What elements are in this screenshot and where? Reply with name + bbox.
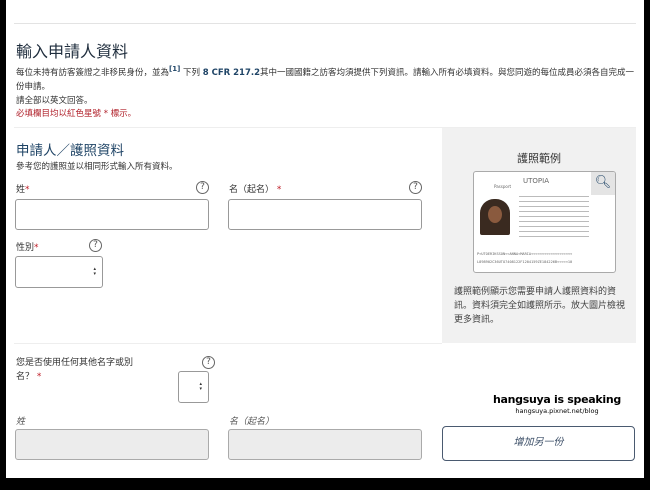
card-type: Passport bbox=[494, 184, 512, 189]
alias-surname-input[interactable] bbox=[15, 429, 209, 460]
page-title: 輸入申請人資料 bbox=[16, 42, 129, 61]
photo bbox=[480, 199, 510, 235]
panel-description: 護照範例顯示您需要申請人護照資料的資訊。資料須完全如護照所示。放大圖片檢視更多資… bbox=[454, 287, 626, 325]
english-note: 請全部以英文回答。 bbox=[16, 96, 93, 106]
add-another-button[interactable]: 增加另一份 bbox=[442, 426, 635, 461]
help-icon[interactable]: ? bbox=[196, 181, 209, 194]
alias-given-name-label: 名（起名） bbox=[229, 417, 275, 427]
section-title: 申請人／護照資料 bbox=[16, 143, 124, 159]
description-text: 每位未持有訪客簽證之非移民身份，並為 bbox=[16, 67, 170, 78]
panel-title: 護照範例 bbox=[517, 152, 561, 165]
surname-label: 姓* bbox=[16, 185, 30, 195]
watermark-url: hangsuya.pixnet.net/blog bbox=[515, 407, 599, 415]
footnote-link[interactable]: [1] bbox=[169, 65, 180, 73]
divider bbox=[14, 343, 442, 344]
divider bbox=[14, 23, 636, 24]
card-country: UTOPIA bbox=[523, 177, 549, 185]
mrz-line: L898902C36UTO7408122F1204159ZE184226B<<<… bbox=[477, 260, 573, 264]
gender-label: 性別* bbox=[16, 243, 39, 253]
passport-example-panel: 護照範例 UTOPIA Passport P<UTOERIKSSON<<ANNA… bbox=[442, 128, 636, 343]
passport-image[interactable]: UTOPIA Passport P<UTOERIKSSON<<ANNA<MARI… bbox=[473, 171, 616, 273]
application-form: 輸入申請人資料 每位未持有訪客簽證之非移民身份，並為[1] 下列 8 CFR 2… bbox=[6, 0, 644, 478]
help-icon[interactable]: ? bbox=[89, 239, 102, 252]
alias-select[interactable] bbox=[178, 371, 209, 403]
alias-surname-label: 姓 bbox=[16, 417, 26, 427]
help-icon[interactable]: ? bbox=[202, 356, 215, 369]
given-name-input[interactable] bbox=[228, 199, 422, 230]
description: 每位未持有訪客簽證之非移民身份，並為[1] 下列 8 CFR 217.2其中一國… bbox=[16, 62, 636, 94]
surname-input[interactable] bbox=[15, 199, 209, 230]
gender-select[interactable] bbox=[15, 256, 103, 288]
given-name-label: 名（起名） * bbox=[229, 185, 282, 195]
required-note: 必填欄目均以紅色星號 * 標示。 bbox=[16, 109, 137, 119]
watermark: hangsuya is speaking bbox=[492, 393, 621, 406]
description-text: 下列 bbox=[180, 67, 203, 78]
regulation-link[interactable]: 8 CFR 217.2 bbox=[203, 68, 260, 78]
alias-given-name-input[interactable] bbox=[228, 429, 422, 460]
passport-fields bbox=[519, 192, 589, 240]
mrz-line: P<UTOERIKSSON<<ANNA<MARIA<<<<<<<<<<<<<<<… bbox=[477, 252, 573, 256]
alias-question: 您是否使用任何其他名字或別名？ * bbox=[16, 358, 134, 382]
section-subtitle: 參考您的護照並以相同形式輸入所有資料。 bbox=[16, 162, 178, 172]
zoom-search-icon[interactable]: 🔍︎ bbox=[591, 172, 615, 195]
help-icon[interactable]: ? bbox=[409, 181, 422, 194]
